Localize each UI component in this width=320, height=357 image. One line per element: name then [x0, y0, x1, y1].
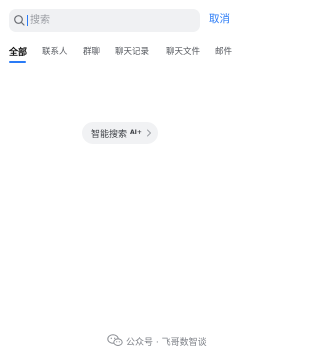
active-tab-indicator	[9, 61, 26, 63]
ai-smart-search-button[interactable]: 智能搜索 AI+	[82, 122, 158, 144]
tab-mail[interactable]: 邮件	[215, 45, 232, 57]
tab-all[interactable]: 全部	[9, 45, 27, 58]
ai-plus-tag: AI+	[130, 129, 142, 136]
tab-chat-history[interactable]: 聊天记录	[115, 45, 149, 57]
search-input[interactable]	[30, 9, 190, 32]
wechat-icon	[107, 334, 123, 346]
tab-group-chats[interactable]: 群聊	[83, 45, 100, 57]
watermark-text: 公众号 · 飞哥数智谈	[126, 338, 207, 348]
ai-search-label: 智能搜索	[91, 130, 128, 140]
search-icon	[14, 15, 25, 26]
text-cursor	[27, 15, 28, 26]
search-category-tabs: 全部 联系人 群聊 聊天记录 聊天文件 邮件	[0, 42, 240, 66]
chevron-right-icon	[147, 129, 151, 137]
tab-chat-files[interactable]: 聊天文件	[166, 45, 200, 57]
search-box[interactable]	[9, 9, 200, 32]
tab-contacts[interactable]: 联系人	[42, 45, 68, 57]
search-header: 取消	[0, 0, 240, 40]
cancel-button[interactable]: 取消	[209, 11, 230, 29]
